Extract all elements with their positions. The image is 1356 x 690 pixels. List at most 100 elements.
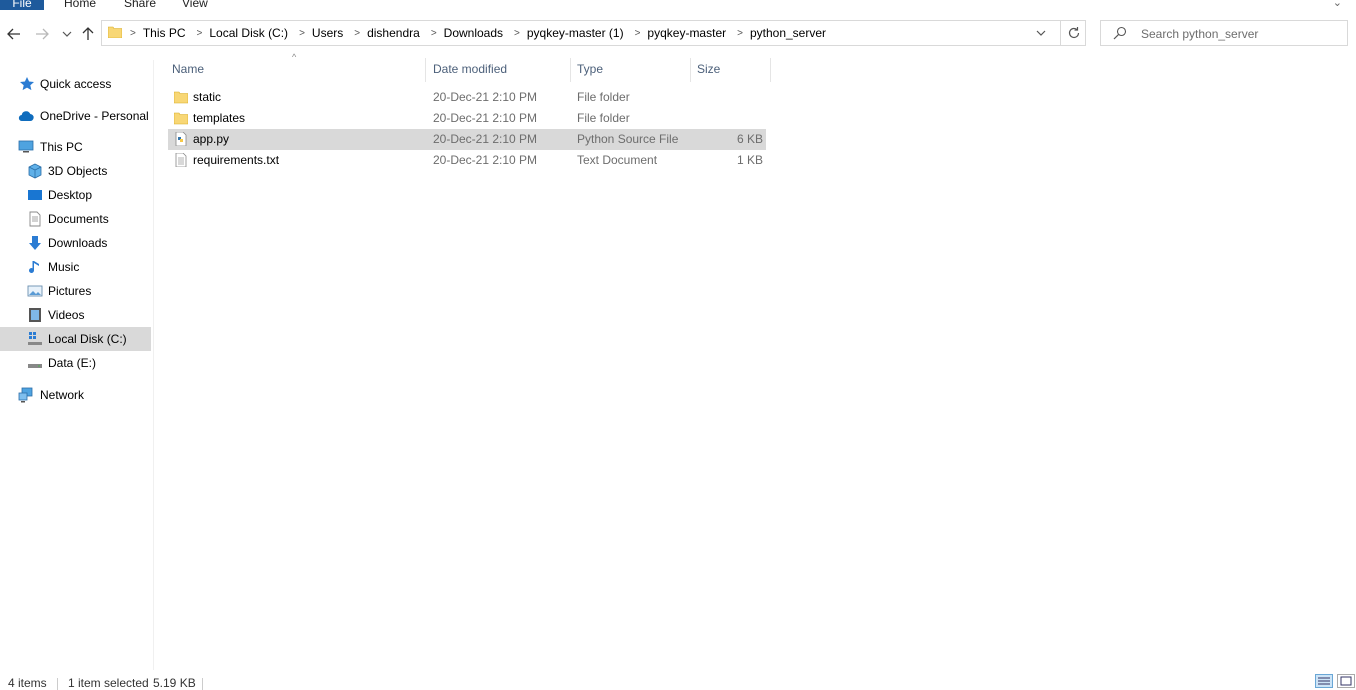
sidebar-item-label: Downloads: [48, 236, 108, 250]
sidebar-item-pictures[interactable]: Pictures: [0, 279, 151, 303]
file-type: File folder: [577, 111, 630, 125]
ribbon-tab-share[interactable]: Share: [124, 0, 156, 10]
status-divider: [57, 678, 58, 690]
ribbon-tab-view[interactable]: View: [182, 0, 208, 10]
sidebar-item-onedrive[interactable]: OneDrive - Personal: [0, 104, 151, 128]
breadcrumb-pyqkey-master[interactable]: pyqkey-master: [647, 26, 726, 40]
chevron-down-icon: [1036, 30, 1046, 36]
breadcrumb-python-server[interactable]: python_server: [750, 26, 826, 40]
file-type: File folder: [577, 90, 630, 104]
file-row-requirements-txt[interactable]: requirements.txt 20-Dec-21 2:10 PM Text …: [168, 150, 766, 171]
chevron-right-icon[interactable]: >: [431, 28, 437, 39]
search-input[interactable]: Search python_server: [1100, 20, 1348, 46]
chevron-right-icon[interactable]: >: [737, 28, 743, 39]
search-icon: [1113, 26, 1127, 40]
file-name: requirements.txt: [193, 153, 280, 167]
forward-button[interactable]: [34, 26, 50, 42]
breadcrumb-dishendra[interactable]: dishendra: [367, 26, 420, 40]
column-header-date-modified[interactable]: Date modified: [433, 58, 507, 80]
chevron-right-icon[interactable]: >: [635, 28, 641, 39]
file-date-modified: 20-Dec-21 2:10 PM: [433, 132, 538, 146]
navigation-pane: Quick access OneDrive - Personal This PC…: [0, 60, 154, 670]
chevron-right-icon[interactable]: >: [354, 28, 360, 39]
breadcrumb-this-pc[interactable]: This PC: [143, 26, 186, 40]
large-icons-view-button[interactable]: [1337, 674, 1355, 688]
back-button[interactable]: [6, 26, 22, 42]
network-icon: [18, 387, 33, 403]
sidebar-item-label: This PC: [40, 140, 83, 154]
desktop-icon: [28, 190, 42, 200]
music-note-icon: [29, 261, 39, 273]
address-bar[interactable]: > This PC > Local Disk (C:) > Users > di…: [101, 20, 1086, 46]
sidebar-item-documents[interactable]: Documents: [0, 207, 151, 231]
column-header-size[interactable]: Size: [697, 58, 720, 80]
cloud-icon: [18, 111, 34, 122]
file-name: templates: [193, 111, 246, 125]
file-date-modified: 20-Dec-21 2:10 PM: [433, 111, 538, 125]
breadcrumb-local-disk[interactable]: Local Disk (C:): [209, 26, 288, 40]
folder-icon: [174, 112, 188, 125]
folder-icon: [108, 26, 122, 38]
breadcrumb-users[interactable]: Users: [312, 26, 343, 40]
column-divider[interactable]: [690, 58, 691, 82]
file-type: Text Document: [577, 153, 658, 167]
sidebar-item-quick-access[interactable]: Quick access: [0, 72, 151, 96]
picture-icon: [27, 285, 43, 297]
address-dropdown-button[interactable]: [1033, 26, 1049, 40]
chevron-right-icon[interactable]: >: [299, 28, 305, 39]
chevron-right-icon[interactable]: >: [130, 28, 136, 39]
large-icons-view-icon: [1340, 676, 1352, 686]
sidebar-item-data-e[interactable]: Data (E:): [0, 351, 151, 375]
ribbon-tab-file[interactable]: File: [0, 0, 44, 10]
search-placeholder: Search python_server: [1141, 27, 1259, 41]
sidebar-item-downloads[interactable]: Downloads: [0, 231, 151, 255]
up-button[interactable]: [80, 26, 96, 42]
ribbon-tab-home[interactable]: Home: [64, 0, 96, 10]
file-row-static[interactable]: static 20-Dec-21 2:10 PM File folder: [168, 87, 766, 108]
windows-drive-icon: [28, 332, 42, 345]
sidebar-item-music[interactable]: Music: [0, 255, 151, 279]
recent-locations-button[interactable]: [59, 26, 75, 42]
file-row-app-py[interactable]: app.py 20-Dec-21 2:10 PM Python Source F…: [168, 129, 766, 150]
chevron-down-icon: [62, 31, 72, 37]
refresh-button[interactable]: [1060, 21, 1087, 45]
sidebar-item-label: Local Disk (C:): [48, 332, 127, 346]
document-icon: [29, 211, 41, 227]
sidebar-item-label: Music: [48, 260, 80, 274]
sidebar-item-local-disk-c[interactable]: Local Disk (C:): [0, 327, 151, 351]
ribbon-expand-icon[interactable]: ⌄: [1333, 0, 1342, 9]
film-icon: [29, 308, 41, 322]
back-arrow-icon: [7, 28, 20, 40]
column-header-type[interactable]: Type: [577, 58, 603, 80]
breadcrumb: > This PC > Local Disk (C:) > Users > di…: [126, 21, 826, 45]
file-size: 1 KB: [736, 153, 763, 167]
file-date-modified: 20-Dec-21 2:10 PM: [433, 153, 538, 167]
column-divider[interactable]: [425, 58, 426, 82]
python-file-icon: [175, 132, 187, 146]
sort-ascending-icon: ^: [292, 52, 297, 62]
sidebar-item-network[interactable]: Network: [0, 383, 151, 407]
breadcrumb-pyqkey-master-1[interactable]: pyqkey-master (1): [527, 26, 624, 40]
details-view-icon: [1318, 677, 1330, 685]
file-row-templates[interactable]: templates 20-Dec-21 2:10 PM File folder: [168, 108, 766, 129]
sidebar-item-label: Network: [40, 388, 85, 402]
chevron-right-icon[interactable]: >: [514, 28, 520, 39]
file-name: static: [193, 90, 222, 104]
column-divider[interactable]: [770, 58, 771, 82]
file-list: ^ Name Date modified Type Size static 20…: [154, 50, 1356, 670]
sidebar-item-label: Videos: [48, 308, 85, 322]
sidebar-item-3d-objects[interactable]: 3D Objects: [0, 159, 151, 183]
column-divider[interactable]: [570, 58, 571, 82]
column-header-name[interactable]: Name: [172, 58, 204, 80]
sidebar-item-desktop[interactable]: Desktop: [0, 183, 151, 207]
sidebar-item-this-pc[interactable]: This PC: [0, 135, 151, 159]
ribbon-tabs: File Home Share View ⌄: [0, 0, 1356, 10]
details-view-button[interactable]: [1315, 674, 1333, 688]
file-size: 6 KB: [736, 132, 763, 146]
refresh-icon: [1068, 27, 1080, 39]
sidebar-item-label: Quick access: [40, 77, 112, 91]
sidebar-item-videos[interactable]: Videos: [0, 303, 151, 327]
chevron-right-icon[interactable]: >: [197, 28, 203, 39]
cube-icon: [28, 163, 42, 179]
breadcrumb-downloads[interactable]: Downloads: [444, 26, 503, 40]
